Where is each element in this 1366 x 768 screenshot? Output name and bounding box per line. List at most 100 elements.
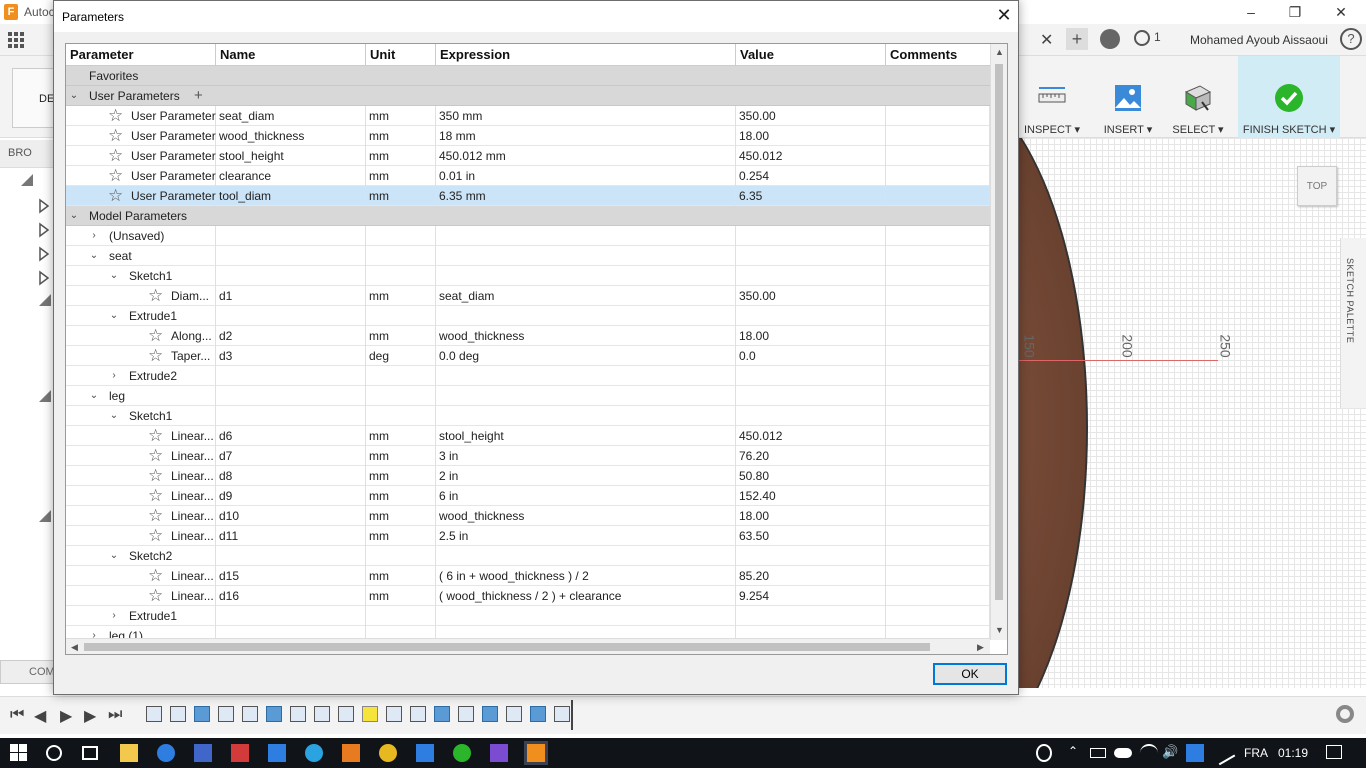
tree-node-row[interactable]: › Extrude1 [66,606,990,626]
chevron-up-icon[interactable]: ⌃ [1068,744,1086,762]
timeline-feature-icon[interactable] [146,706,162,722]
unit-cell[interactable]: mm [366,106,436,126]
help-icon[interactable]: ? [1340,28,1362,50]
app-icon[interactable] [490,744,508,762]
value-cell[interactable]: 9.254 [736,586,886,606]
chevron-down-icon[interactable]: ⌄ [88,390,100,402]
unit-cell[interactable]: mm [366,146,436,166]
unit-cell[interactable]: mm [366,326,436,346]
name-cell[interactable] [216,386,366,406]
name-cell[interactable] [216,266,366,286]
people-icon[interactable] [1036,744,1052,762]
timeline-feature-icon[interactable] [362,706,378,722]
name-cell[interactable] [216,226,366,246]
dialog-titlebar[interactable]: Parameters ✕ [54,1,1018,32]
comments-cell[interactable] [886,106,990,126]
favorite-star-icon[interactable]: ☆ [148,487,166,505]
expression-cell[interactable]: 18 mm [436,126,736,146]
expression-cell[interactable]: 6.35 mm [436,186,736,206]
name-cell[interactable]: clearance [216,166,366,186]
timeline-feature-icon[interactable] [266,706,282,722]
new-tab-button[interactable]: + [1066,28,1088,50]
parameter-row[interactable]: ☆ User Parameter clearance mm 0.01 in 0.254 [66,166,990,186]
value-cell[interactable]: 18.00 [736,506,886,526]
value-cell[interactable] [736,366,886,386]
gift-app-icon[interactable] [231,744,249,762]
value-cell[interactable] [736,226,886,246]
favorite-star-icon[interactable]: ☆ [108,167,126,185]
expression-cell[interactable]: 2.5 in [436,526,736,546]
horizontal-scrollbar[interactable]: ◀ ▶ [66,638,990,654]
extensions-icon[interactable] [1100,29,1120,49]
tree-node-row[interactable]: ⌄ Sketch1 [66,406,990,426]
expression-cell[interactable]: ( wood_thickness / 2 ) + clearance [436,586,736,606]
name-cell[interactable]: seat_diam [216,106,366,126]
chevron-down-icon[interactable]: ⌄ [108,550,120,562]
tree-node-row[interactable]: ⌄ seat [66,246,990,266]
value-cell[interactable]: 18.00 [736,126,886,146]
value-cell[interactable]: 85.20 [736,566,886,586]
comments-cell[interactable] [886,626,990,638]
app-close-button[interactable]: ✕ [1318,2,1364,22]
minimize-button[interactable]: – [1228,2,1274,22]
column-header-comments[interactable]: Comments [886,44,990,66]
comments-cell[interactable] [886,446,990,466]
comments-cell[interactable] [886,366,990,386]
timeline-feature-icon[interactable] [170,706,186,722]
parameter-row[interactable]: ☆ Linear... d9 mm 6 in 152.40 [66,486,990,506]
value-cell[interactable] [736,386,886,406]
chevron-down-icon[interactable]: ⌄ [88,250,100,262]
unit-cell[interactable]: mm [366,526,436,546]
name-cell[interactable] [216,246,366,266]
group-row[interactable]: ⌄ User Parameters + [66,86,990,106]
comments-cell[interactable] [886,426,990,446]
name-cell[interactable] [216,306,366,326]
expression-cell[interactable] [436,266,736,286]
expression-cell[interactable]: seat_diam [436,286,736,306]
value-cell[interactable]: 350.00 [736,286,886,306]
notifications-icon[interactable] [1326,745,1342,759]
volume-icon[interactable]: 🔊 [1162,744,1180,762]
name-cell[interactable]: d9 [216,486,366,506]
favorite-star-icon[interactable]: ☆ [148,527,166,545]
favorite-star-icon[interactable]: ☆ [148,327,166,345]
chevron-down-icon[interactable]: ⌄ [108,310,120,322]
parameter-row[interactable]: ☆ User Parameter stool_height mm 450.012 mm 4… [66,146,990,166]
fusion-taskbar-icon[interactable] [524,741,548,765]
unit-cell[interactable] [366,306,436,326]
expression-cell[interactable]: wood_thickness [436,506,736,526]
name-cell[interactable]: d1 [216,286,366,306]
parameter-row[interactable]: ☆ Linear... d16 mm( wood_thickness / 2 ) + … [66,586,990,606]
comments-cell[interactable] [886,546,990,566]
viewcube[interactable]: TOP [1297,166,1337,206]
sketch-palette-tab[interactable]: SKETCH PALETTE [1340,238,1366,408]
timeline-feature-icon[interactable] [434,706,450,722]
unit-cell[interactable] [366,546,436,566]
value-cell[interactable]: 50.80 [736,466,886,486]
parameter-row[interactable]: ☆ Linear... d7 mm 3 in 76.20 [66,446,990,466]
expression-cell[interactable]: stool_height [436,426,736,446]
unit-cell[interactable] [366,366,436,386]
expression-cell[interactable]: 350 mm [436,106,736,126]
timeline-feature-icon[interactable] [242,706,258,722]
name-cell[interactable]: stool_height [216,146,366,166]
name-cell[interactable] [216,406,366,426]
favorite-star-icon[interactable]: ☆ [108,187,126,205]
value-cell[interactable]: 18.00 [736,326,886,346]
timeline-feature-icon[interactable] [530,706,546,722]
expression-cell[interactable]: ( 6 in + wood_thickness ) / 2 [436,566,736,586]
name-cell[interactable]: d16 [216,586,366,606]
column-header-expression[interactable]: Expression [436,44,736,66]
unit-cell[interactable]: mm [366,286,436,306]
expression-cell[interactable]: 450.012 mm [436,146,736,166]
favorite-star-icon[interactable]: ☆ [148,347,166,365]
expression-cell[interactable] [436,246,736,266]
tree-node-row[interactable]: › (Unsaved) [66,226,990,246]
name-cell[interactable]: d6 [216,426,366,446]
expression-cell[interactable] [436,366,736,386]
unit-cell[interactable] [366,406,436,426]
expression-cell[interactable] [436,226,736,246]
expression-cell[interactable]: 0.0 deg [436,346,736,366]
notes-app-icon[interactable] [416,744,434,762]
favorite-star-icon[interactable]: ☆ [148,467,166,485]
